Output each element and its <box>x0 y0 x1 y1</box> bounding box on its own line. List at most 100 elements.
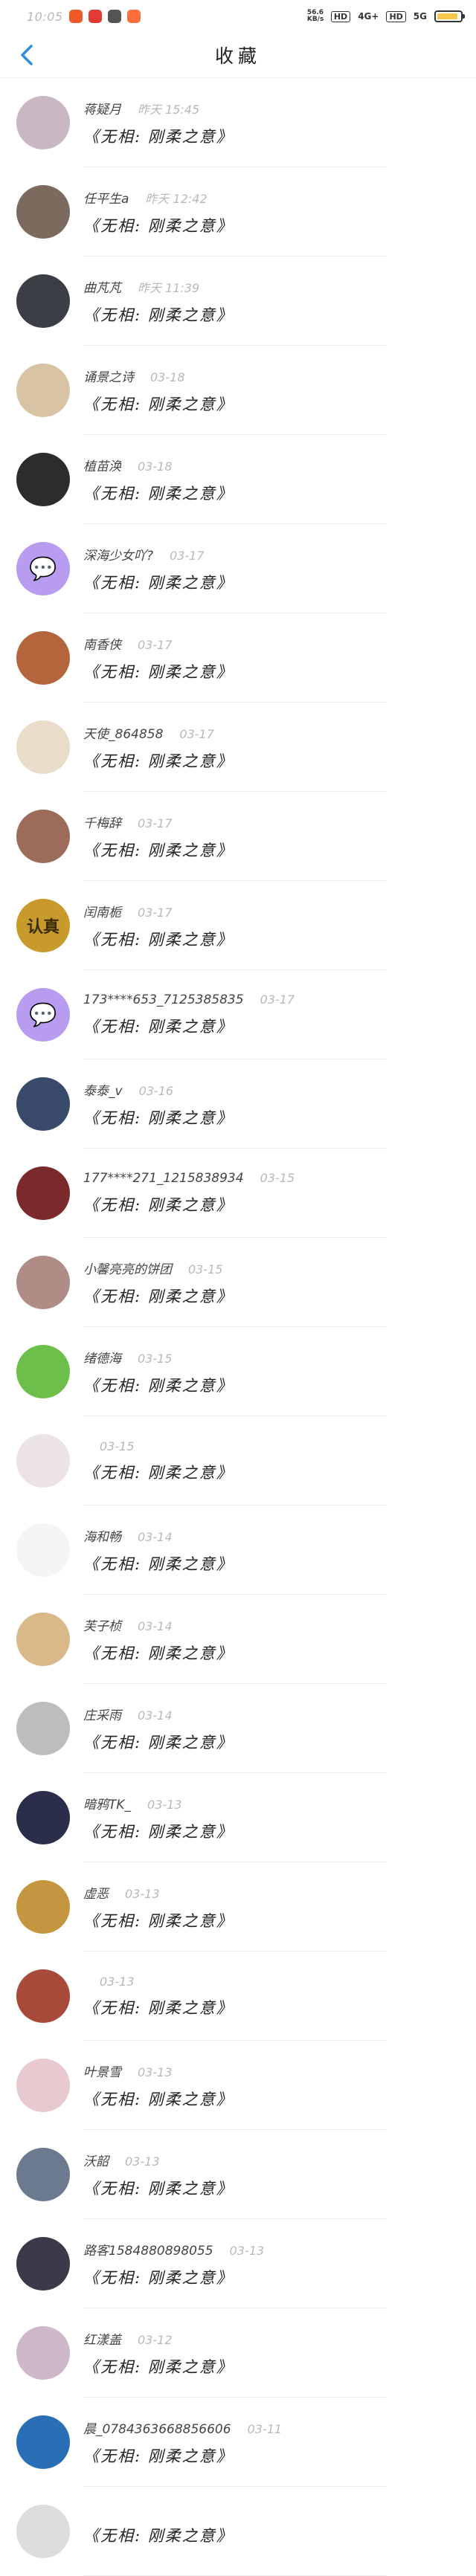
avatar[interactable] <box>16 1969 70 2023</box>
list-item[interactable]: 💬 173****653_7125385835 03-17 《无相: 刚柔之意》 <box>0 970 476 1059</box>
avatar[interactable] <box>16 274 70 328</box>
back-button[interactable] <box>13 42 40 68</box>
list-item[interactable]: 路客1584880898055 03-13 《无相: 刚柔之意》 <box>0 2219 476 2308</box>
avatar[interactable]: 💬 <box>16 988 70 1042</box>
avatar-glyph: 💬 <box>29 1001 57 1028</box>
avatar[interactable] <box>16 185 70 239</box>
timestamp: 03-17 <box>138 816 173 830</box>
item-meta: 03-15 <box>83 1439 234 1453</box>
item-meta: 曲芃芃 昨天 11:39 <box>83 277 234 296</box>
list-item[interactable]: 泰泰_v 03-16 《无相: 刚柔之意》 <box>0 1059 476 1149</box>
user-name: 植苗涣 <box>83 459 121 474</box>
avatar[interactable] <box>16 1880 70 1934</box>
user-name: 173****653_7125385835 <box>83 992 244 1007</box>
list-item[interactable]: 03-15 《无相: 刚柔之意》 <box>0 1416 476 1505</box>
item-meta: 诵景之诗 03-18 <box>83 367 234 385</box>
avatar[interactable] <box>16 2059 70 2112</box>
network-speed: 56.6 KB/s <box>306 9 324 23</box>
list-item[interactable]: 红漾盖 03-12 《无相: 刚柔之意》 <box>0 2308 476 2398</box>
book-title: 《无相: 刚柔之意》 <box>83 1911 234 1930</box>
app-notification-icon <box>88 10 102 23</box>
avatar[interactable] <box>16 453 70 506</box>
avatar[interactable] <box>16 2148 70 2201</box>
list-item[interactable]: 南香侠 03-17 《无相: 刚柔之意》 <box>0 613 476 703</box>
avatar[interactable]: 💬 <box>16 542 70 595</box>
list-item[interactable]: 虚恶 03-13 《无相: 刚柔之意》 <box>0 1862 476 1952</box>
avatar[interactable] <box>16 1702 70 1755</box>
status-left: 10:05 <box>27 10 141 24</box>
timestamp: 03-13 <box>229 2243 265 2258</box>
avatar[interactable] <box>16 1434 70 1488</box>
avatar[interactable] <box>16 810 70 863</box>
item-info: 千梅辞 03-17 《无相: 刚柔之意》 <box>83 813 234 861</box>
app-notification-icon <box>107 10 121 23</box>
avatar[interactable] <box>16 1256 70 1309</box>
avatar[interactable] <box>16 631 70 685</box>
avatar[interactable] <box>16 1523 70 1577</box>
avatar[interactable] <box>16 2505 70 2558</box>
status-bar: 10:05 56.6 KB/s HD 4G+ HD 5G <box>0 0 476 33</box>
timestamp: 03-17 <box>138 905 173 920</box>
list-item[interactable]: 千梅辞 03-17 《无相: 刚柔之意》 <box>0 792 476 881</box>
book-title: 《无相: 刚柔之意》 <box>83 1196 234 1214</box>
app-notification-icon <box>126 10 141 23</box>
list-item[interactable]: 任平生a 昨天 12:42 《无相: 刚柔之意》 <box>0 167 476 256</box>
list-item[interactable]: 《无相: 刚柔之意》 <box>0 2487 476 2576</box>
avatar[interactable] <box>16 1613 70 1666</box>
timestamp: 03-14 <box>138 1618 173 1633</box>
avatar[interactable] <box>16 720 70 774</box>
list-item[interactable]: 天使_864858 03-17 《无相: 刚柔之意》 <box>0 703 476 792</box>
item-meta: 植苗涣 03-18 <box>83 456 234 474</box>
clock: 10:05 <box>27 9 63 24</box>
item-meta: 暗鸦TK_ 03-13 <box>83 1794 234 1812</box>
item-info: 蒋疑月 昨天 15:45 《无相: 刚柔之意》 <box>83 99 234 147</box>
book-title: 《无相: 刚柔之意》 <box>83 662 234 681</box>
avatar[interactable] <box>16 96 70 149</box>
book-title: 《无相: 刚柔之意》 <box>83 127 234 146</box>
item-info: 177****271_1215838934 03-15 《无相: 刚柔之意》 <box>83 1171 295 1216</box>
book-title: 《无相: 刚柔之意》 <box>83 2447 234 2465</box>
avatar[interactable]: 认真 <box>16 899 70 952</box>
list-item[interactable]: 沃韶 03-13 《无相: 刚柔之意》 <box>0 2130 476 2219</box>
list-item[interactable]: 💬 深海少女吖? 03-17 《无相: 刚柔之意》 <box>0 524 476 613</box>
list-item[interactable]: 认真 闰南栀 03-17 《无相: 刚柔之意》 <box>0 881 476 970</box>
hd-badge-2: HD <box>386 10 406 22</box>
item-meta: 天使_864858 03-17 <box>83 723 234 742</box>
avatar[interactable] <box>16 364 70 417</box>
list-item[interactable]: 03-13 《无相: 刚柔之意》 <box>0 1952 476 2041</box>
item-info: 诵景之诗 03-18 《无相: 刚柔之意》 <box>83 367 234 415</box>
list-item[interactable]: 晨_0784363668856606 03-11 《无相: 刚柔之意》 <box>0 2398 476 2487</box>
list-item[interactable]: 芙子桢 03-14 《无相: 刚柔之意》 <box>0 1595 476 1684</box>
user-name: 泰泰_v <box>83 1083 123 1099</box>
app-notification-icon <box>68 10 83 23</box>
list-item[interactable]: 植苗涣 03-18 《无相: 刚柔之意》 <box>0 435 476 524</box>
item-info: 叶景雪 03-13 《无相: 刚柔之意》 <box>83 2062 234 2110</box>
avatar[interactable] <box>16 1077 70 1131</box>
item-meta: 任平生a 昨天 12:42 <box>83 188 234 207</box>
list-item[interactable]: 177****271_1215838934 03-15 《无相: 刚柔之意》 <box>0 1149 476 1238</box>
avatar[interactable] <box>16 2237 70 2291</box>
item-info: 小馨亮亮的饼团 03-15 《无相: 刚柔之意》 <box>83 1259 234 1307</box>
item-meta: 晨_0784363668856606 03-11 <box>83 2418 282 2437</box>
book-title: 《无相: 刚柔之意》 <box>83 1644 234 1662</box>
list-item[interactable]: 曲芃芃 昨天 11:39 《无相: 刚柔之意》 <box>0 256 476 346</box>
signal-5g: 5G <box>413 11 427 22</box>
list-item[interactable]: 蒋疑月 昨天 15:45 《无相: 刚柔之意》 <box>0 78 476 167</box>
list-item[interactable]: 小馨亮亮的饼团 03-15 《无相: 刚柔之意》 <box>0 1238 476 1327</box>
avatar[interactable] <box>16 2326 70 2380</box>
book-title: 《无相: 刚柔之意》 <box>83 2527 234 2545</box>
list-item[interactable]: 诵景之诗 03-18 《无相: 刚柔之意》 <box>0 346 476 435</box>
list-item[interactable]: 绪德海 03-15 《无相: 刚柔之意》 <box>0 1327 476 1416</box>
avatar[interactable] <box>16 1345 70 1398</box>
avatar[interactable] <box>16 1791 70 1844</box>
item-meta: 路客1584880898055 03-13 <box>83 2240 264 2259</box>
avatar[interactable] <box>16 1166 70 1220</box>
book-title: 《无相: 刚柔之意》 <box>83 216 234 235</box>
item-meta: 蒋疑月 昨天 15:45 <box>83 99 234 117</box>
list-item[interactable]: 叶景雪 03-13 《无相: 刚柔之意》 <box>0 2041 476 2130</box>
avatar[interactable] <box>16 2415 70 2469</box>
list-item[interactable]: 海和畅 03-14 《无相: 刚柔之意》 <box>0 1505 476 1595</box>
user-name: 小馨亮亮的饼团 <box>83 1262 172 1277</box>
list-item[interactable]: 庄采雨 03-14 《无相: 刚柔之意》 <box>0 1684 476 1773</box>
list-item[interactable]: 暗鸦TK_ 03-13 《无相: 刚柔之意》 <box>0 1773 476 1862</box>
